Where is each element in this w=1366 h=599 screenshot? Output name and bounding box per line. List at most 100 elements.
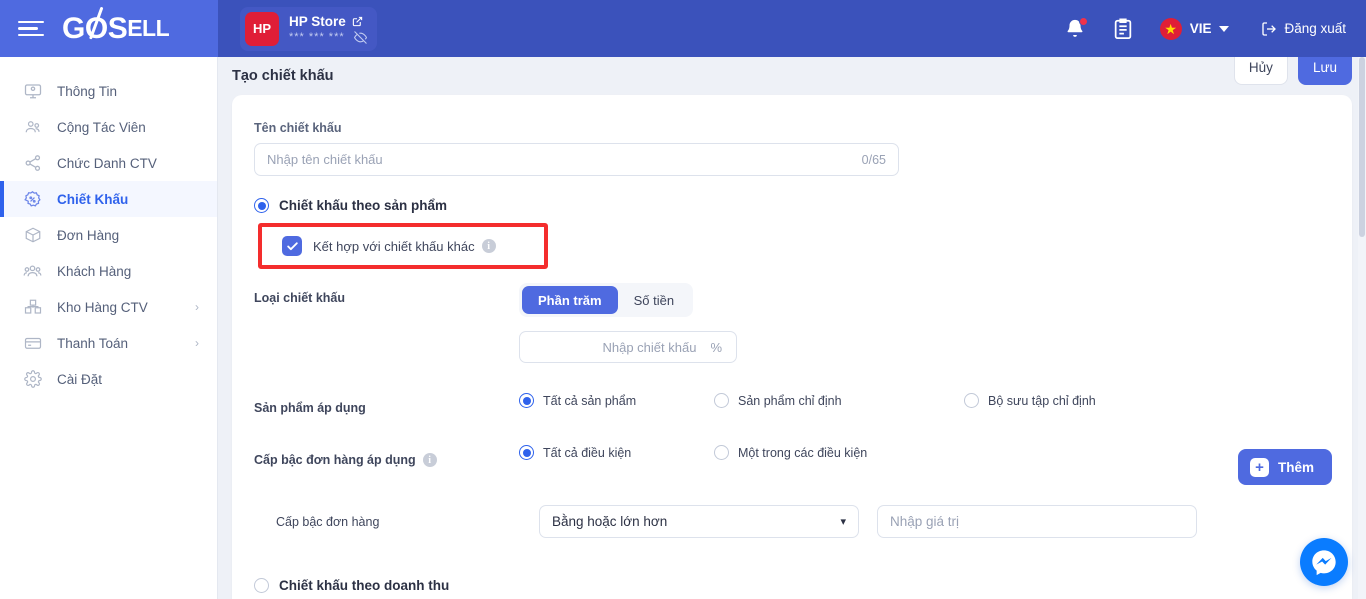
radio-specific-products-control[interactable] bbox=[714, 393, 729, 408]
discount-type-controls: Phần trăm Số tiền Nhập chiết khấu % bbox=[519, 283, 737, 363]
page-actions: Hủy Lưu bbox=[1233, 57, 1352, 85]
order-tier-value-placeholder: Nhập giá trị bbox=[890, 514, 960, 529]
radio-specific-collections-control[interactable] bbox=[964, 393, 979, 408]
box-order-icon bbox=[22, 225, 43, 246]
chevron-right-icon[interactable]: › bbox=[195, 336, 199, 350]
radio-all-products-control[interactable] bbox=[519, 393, 534, 408]
chevron-down-icon[interactable]: ▾ bbox=[840, 515, 846, 528]
radio-one-of-conditions[interactable]: Một trong các điều kiện bbox=[714, 445, 964, 460]
role-share-icon bbox=[22, 153, 43, 174]
add-condition-button[interactable]: + Thêm bbox=[1237, 449, 1332, 485]
external-link-icon[interactable] bbox=[352, 16, 363, 27]
scrollbar-thumb[interactable] bbox=[1359, 57, 1365, 237]
logout-icon bbox=[1262, 21, 1277, 36]
sidebar-item-thong-tin[interactable]: Thông Tin bbox=[0, 73, 217, 109]
sidebar-item-don-hang[interactable]: Đơn Hàng bbox=[0, 217, 217, 253]
order-tier-label: Cấp bậc đơn hàng bbox=[276, 514, 380, 529]
logo-letters-ell: ELL bbox=[127, 15, 170, 41]
chevron-right-icon[interactable]: › bbox=[195, 300, 199, 314]
sidebar-item-label: Cộng Tác Viên bbox=[57, 119, 146, 135]
header-main-bar: HP HP Store *** *** *** ★ VIE Đăng xuất bbox=[218, 0, 1366, 57]
eye-off-icon[interactable] bbox=[353, 30, 367, 44]
messenger-icon bbox=[1312, 550, 1336, 576]
clipboard-icon[interactable] bbox=[1112, 18, 1134, 40]
order-tier-applied-label: Cấp bậc đơn hàng áp dụng i bbox=[254, 445, 519, 467]
radio-specific-collections-label: Bộ sưu tập chỉ định bbox=[988, 393, 1096, 408]
combine-discount-highlight: Kết hợp với chiết khấu khác i bbox=[258, 223, 548, 269]
sidebar-item-chuc-danh-ctv[interactable]: Chức Danh CTV bbox=[0, 145, 217, 181]
check-icon bbox=[286, 241, 298, 250]
radio-all-conditions[interactable]: Tất cả điều kiện bbox=[519, 445, 714, 460]
discount-type-label: Loại chiết khấu bbox=[254, 291, 345, 305]
discount-name-label: Tên chiết khấu bbox=[254, 121, 342, 135]
combine-discount-checkbox[interactable] bbox=[282, 236, 302, 256]
logo-letter-g: G bbox=[62, 11, 85, 45]
save-button[interactable]: Lưu bbox=[1297, 57, 1352, 85]
store-logo: HP bbox=[245, 11, 279, 46]
radio-specific-products[interactable]: Sản phẩm chỉ định bbox=[714, 393, 964, 408]
notification-badge bbox=[1078, 16, 1088, 26]
order-tier-row: Cấp bậc đơn hàng Bằng hoặc lớn hơn ▾ Nhậ… bbox=[254, 505, 1330, 538]
store-switcher[interactable]: HP HP Store *** *** *** bbox=[240, 6, 377, 51]
discount-value-input[interactable]: Nhập chiết khấu % bbox=[519, 331, 737, 363]
order-tier-controls: Bằng hoặc lớn hơn ▾ Nhập giá trị bbox=[539, 505, 1197, 538]
cancel-button[interactable]: Hủy bbox=[1233, 57, 1288, 85]
discount-form-card: Tên chiết khấu Nhập tên chiết khấu 0/65 … bbox=[232, 95, 1352, 599]
order-tier-applied-row: Cấp bậc đơn hàng áp dụng i Tất cả điều k… bbox=[254, 445, 1330, 467]
discount-badge-icon bbox=[22, 189, 43, 210]
info-icon[interactable]: i bbox=[481, 239, 496, 253]
sidebar-item-label: Thông Tin bbox=[57, 83, 118, 99]
sidebar-item-label: Cài Đặt bbox=[57, 371, 103, 387]
discount-name-counter: 0/65 bbox=[861, 152, 886, 167]
radio-discount-by-product[interactable]: Chiết khấu theo sản phẩm bbox=[254, 198, 1330, 213]
sidebar-item-khach-hang[interactable]: Khách Hàng bbox=[0, 253, 217, 289]
discount-type-amount-button[interactable]: Số tiền bbox=[618, 286, 690, 314]
applied-products-options: Tất cả sản phẩm Sản phẩm chỉ định Bộ sưu… bbox=[519, 393, 1330, 408]
collaborator-icon bbox=[22, 117, 43, 138]
logout-label: Đăng xuất bbox=[1284, 21, 1346, 36]
store-name-row: HP Store bbox=[289, 14, 367, 29]
chevron-down-icon[interactable] bbox=[1219, 25, 1230, 32]
store-name: HP Store bbox=[289, 13, 346, 29]
sidebar-item-cai-dat[interactable]: Cài Đặt bbox=[0, 361, 217, 397]
sidebar-item-label: Thanh Toán bbox=[57, 335, 129, 351]
radio-one-of-conditions-label: Một trong các điều kiện bbox=[738, 445, 868, 460]
applied-products-label: Sản phẩm áp dụng bbox=[254, 401, 366, 415]
language-label: VIE bbox=[1189, 21, 1212, 36]
radio-one-of-conditions-control[interactable] bbox=[714, 445, 729, 460]
radio-all-conditions-label: Tất cả điều kiện bbox=[543, 445, 632, 460]
header-brand-area: G O S ELL bbox=[0, 0, 218, 57]
order-tier-applied-text: Cấp bậc đơn hàng áp dụng bbox=[254, 453, 416, 467]
logout-button[interactable]: Đăng xuất bbox=[1261, 21, 1346, 37]
radio-all-products[interactable]: Tất cả sản phẩm bbox=[519, 393, 714, 408]
order-tier-operator-select[interactable]: Bằng hoặc lớn hơn ▾ bbox=[539, 505, 859, 538]
language-selector[interactable]: ★ VIE bbox=[1159, 17, 1230, 40]
messenger-bubble[interactable] bbox=[1300, 538, 1348, 586]
sidebar-item-cong-tac-vien[interactable]: Cộng Tác Viên bbox=[0, 109, 217, 145]
header-action-icons: ★ VIE Đăng xuất bbox=[1064, 16, 1346, 40]
applied-products-row: Sản phẩm áp dụng Tất cả sản phẩm Sản phẩ… bbox=[254, 393, 1330, 415]
vietnam-flag-icon: ★ bbox=[1159, 17, 1182, 40]
sidebar-item-chiet-khau[interactable]: Chiết Khấu bbox=[0, 181, 217, 217]
radio-discount-by-revenue-control[interactable] bbox=[254, 578, 269, 593]
radio-discount-by-revenue[interactable]: Chiết khấu theo doanh thu bbox=[254, 578, 1330, 593]
page-scrollbar[interactable] bbox=[1358, 57, 1366, 599]
sidebar-item-label: Kho Hàng CTV bbox=[57, 299, 148, 315]
radio-all-products-label: Tất cả sản phẩm bbox=[543, 393, 637, 408]
hamburger-icon[interactable] bbox=[18, 19, 44, 39]
discount-name-input[interactable]: Nhập tên chiết khấu 0/65 bbox=[254, 143, 899, 176]
discount-type-segmented: Phần trăm Số tiền bbox=[519, 283, 694, 317]
payment-card-icon bbox=[22, 333, 43, 354]
bell-icon[interactable] bbox=[1064, 16, 1088, 40]
discount-type-percent-button[interactable]: Phần trăm bbox=[522, 286, 618, 314]
order-tier-value-input[interactable]: Nhập giá trị bbox=[877, 505, 1197, 538]
radio-discount-by-product-control[interactable] bbox=[254, 198, 269, 213]
info-icon[interactable]: i bbox=[422, 453, 437, 467]
discount-value-unit: % bbox=[710, 339, 722, 355]
sidebar-item-kho-hang-ctv[interactable]: Kho Hàng CTV › bbox=[0, 289, 217, 325]
plus-icon: + bbox=[1249, 457, 1269, 477]
radio-all-conditions-control[interactable] bbox=[519, 445, 534, 460]
radio-specific-collections[interactable]: Bộ sưu tập chỉ định bbox=[964, 393, 1096, 408]
sidebar-item-thanh-toan[interactable]: Thanh Toán › bbox=[0, 325, 217, 361]
page-header: Tạo chiết khấu Hủy Lưu bbox=[218, 57, 1366, 95]
